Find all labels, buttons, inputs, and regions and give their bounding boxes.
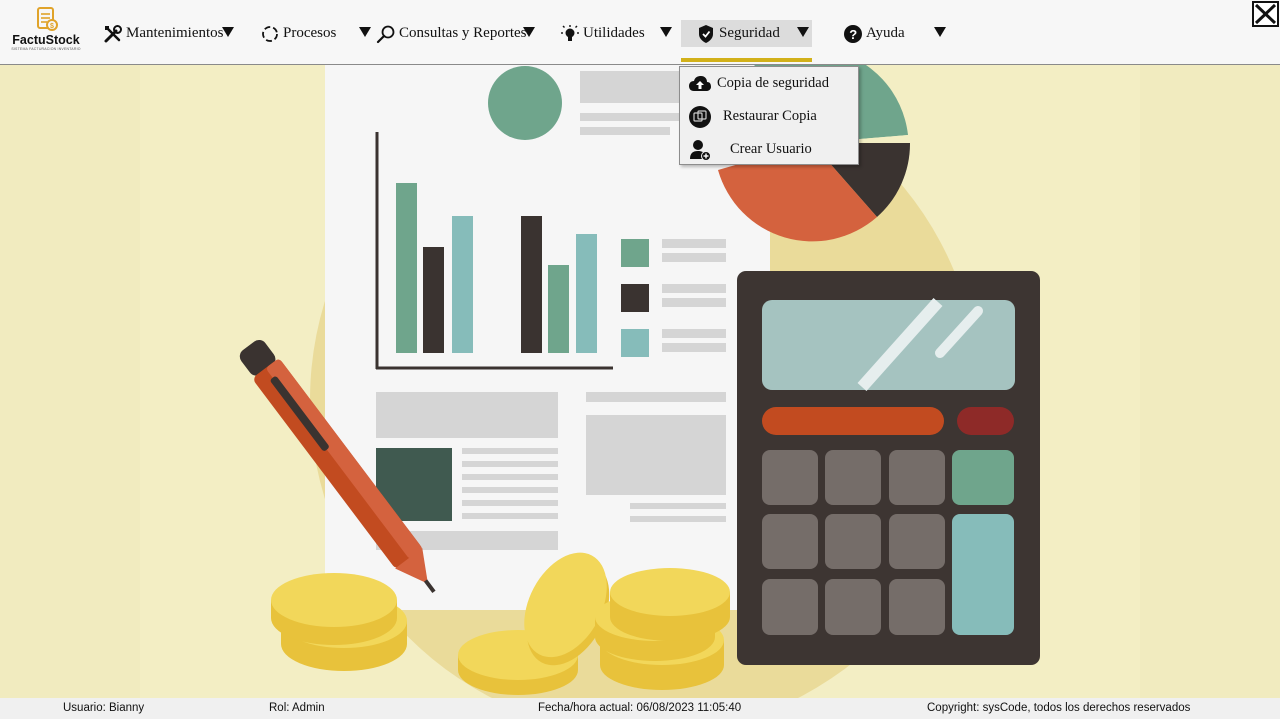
status-user: Usuario: Bianny [63,702,145,714]
status-role: Rol: Admin [269,702,325,714]
add-user-icon [687,137,713,163]
active-menu-indicator [681,58,812,62]
app-logo: $ FactuStock SISTEMA FACTURACION INVENTA… [8,6,84,60]
menu-label: Ayuda [866,25,905,41]
chevron-down-icon[interactable] [660,27,672,37]
menu-label: Consultas y Reportes [399,25,527,41]
svg-text:?: ? [849,27,857,42]
chevron-down-icon[interactable] [934,27,946,37]
dropdown-item-label: Crear Usuario [730,141,812,157]
logo-icon: $ [37,7,58,31]
search-icon [375,23,397,45]
close-icon [1254,3,1277,25]
chevron-down-icon[interactable] [523,27,535,37]
seguridad-dropdown: Copia de seguridad Restaurar Copia Crear… [679,66,859,165]
cloud-upload-icon [687,71,713,97]
dropdown-item-copia-seguridad[interactable]: Copia de seguridad [680,67,858,100]
dropdown-item-restaurar-copia[interactable]: Restaurar Copia [680,100,858,133]
tools-icon [102,23,124,45]
app-tagline: SISTEMA FACTURACION INVENTARIO [11,47,81,51]
dropdown-item-crear-usuario[interactable]: Crear Usuario [680,133,858,166]
menu-label: Mantenimientos [126,25,224,41]
chevron-down-icon[interactable] [222,27,234,37]
menu-procesos[interactable]: Procesos [259,20,336,47]
lightbulb-icon [559,23,581,45]
menu-seguridad[interactable]: Seguridad [681,20,812,47]
menu-label: Seguridad [719,25,780,41]
menu-consultas-reportes[interactable]: Consultas y Reportes [375,20,527,47]
status-bar: Usuario: Bianny Rol: Admin Fecha/hora ac… [0,698,1280,719]
dropdown-item-label: Restaurar Copia [723,108,817,124]
menu-bar: $ FactuStock SISTEMA FACTURACION INVENTA… [0,0,1280,65]
app-name: FactuStock [12,33,80,47]
help-icon: ? [842,23,864,45]
menu-label: Utilidades [583,25,645,41]
refresh-icon [259,23,281,45]
shield-icon [695,23,717,45]
menu-mantenimientos[interactable]: Mantenimientos [102,20,224,47]
restore-icon [687,104,713,130]
svg-text:$: $ [50,23,54,30]
menu-ayuda[interactable]: ? Ayuda [842,20,905,47]
status-datetime: Fecha/hora actual: 06/08/2023 11:05:40 [538,702,742,714]
chevron-down-icon[interactable] [359,27,371,37]
menu-label: Procesos [283,25,337,41]
status-copyright: Copyright: sysCode, todos los derechos r… [927,702,1191,714]
menu-utilidades[interactable]: Utilidades [559,20,645,47]
chevron-down-icon[interactable] [797,27,809,37]
background-illustration [0,65,1280,698]
close-button[interactable] [1252,1,1279,27]
dropdown-item-label: Copia de seguridad [717,75,829,91]
